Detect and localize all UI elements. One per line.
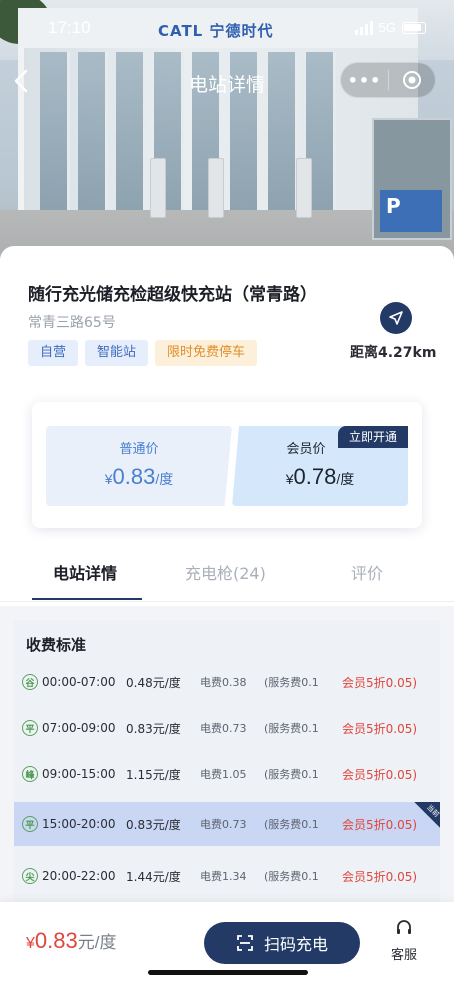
charger-pile: [296, 158, 312, 218]
active-tab-indicator: [32, 598, 142, 600]
fee-service: (服务费0.1: [264, 676, 319, 689]
more-icon[interactable]: •••: [341, 71, 388, 90]
fee-service: (服务费0.1: [264, 722, 319, 735]
station-name: 随行充光储充检超级快充站（常青路）: [28, 285, 317, 305]
tag-free-parking: 限时免费停车: [155, 340, 258, 366]
customer-service-button[interactable]: 客服: [384, 918, 424, 963]
tag-self-operated: 自营: [28, 340, 79, 366]
fee-electricity: 电费0.73: [200, 818, 247, 831]
headset-icon: [397, 920, 411, 934]
fee-time: 00:00-07:00: [42, 675, 116, 689]
mini-program-capsule: •••: [340, 62, 436, 98]
fee-member-discount: 会员5折0.05): [342, 817, 418, 832]
customer-service-label: 客服: [390, 948, 417, 963]
fee-price: 1.15元/度: [126, 767, 181, 782]
tab-charging-guns[interactable]: 充电枪(24): [185, 560, 266, 584]
fee-service: (服务费0.1: [264, 818, 319, 831]
fee-row-current: 平 15:00-20:00 0.83元/度 电费0.73 (服务费0.1 会员5…: [14, 802, 441, 846]
fee-price: 0.48元/度: [126, 675, 181, 690]
open-membership-button[interactable]: 立即开通: [338, 426, 408, 448]
station-distance: 距离4.27km: [350, 345, 437, 361]
fee-price: 0.83元/度: [126, 817, 181, 832]
price-card: 普通价 ¥0.83/度 会员价 ¥0.78/度 立即开通: [32, 402, 422, 528]
sharp-period-icon: 尖: [22, 868, 38, 884]
status-time: 17:10: [48, 18, 91, 37]
fee-electricity: 电费1.05: [200, 768, 247, 781]
current-period-badge: 当前: [414, 802, 441, 828]
fee-price: 0.83元/度: [126, 721, 181, 736]
fee-row: 平 07:00-09:00 0.83元/度 电费0.73 (服务费0.1 会员5…: [14, 706, 440, 750]
fee-row: 谷 00:00-07:00 0.48元/度 电费0.38 (服务费0.1 会员5…: [14, 660, 440, 704]
fee-row: 峰 09:00-15:00 1.15元/度 电费1.05 (服务费0.1 会员5…: [14, 752, 440, 796]
station-detail-page: CATL 宁德时代 P 17:10 5G 电站详情 ••• 随行充光储充检超级快…: [0, 0, 454, 985]
normal-price-value: ¥0.83/度: [104, 464, 174, 489]
station-address: 常青三路65号: [28, 315, 116, 331]
fee-member-discount: 会员5折0.05): [342, 675, 418, 690]
charger-pile: [208, 158, 224, 218]
tab-reviews[interactable]: 评价: [351, 560, 383, 584]
network-type: 5G: [378, 20, 396, 35]
fee-member-discount: 会员5折0.05): [342, 767, 418, 782]
flat-period-icon: 平: [22, 720, 38, 736]
fee-member-discount: 会员5折0.05): [342, 721, 418, 736]
fee-row: 尖 20:00-22:00 1.44元/度 电费1.34 (服务费0.1 会员5…: [14, 854, 440, 898]
home-indicator: [148, 970, 308, 975]
fee-service: (服务费0.1: [264, 870, 319, 883]
fee-electricity: 电费0.73: [200, 722, 247, 735]
navigate-button[interactable]: [380, 302, 412, 334]
fee-section: 收费标准 谷 00:00-07:00 0.48元/度 电费0.38 (服务费0.…: [14, 620, 441, 910]
current-price: ¥0.83元/度: [26, 928, 117, 953]
battery-icon: [402, 21, 426, 34]
fee-time: 20:00-22:00: [42, 869, 116, 883]
fee-member-discount: 会员5折0.05): [342, 869, 418, 884]
detail-tabs: 电站详情 充电枪(24) 评价: [0, 546, 454, 602]
fee-time: 15:00-20:00: [42, 817, 116, 831]
fee-section-title: 收费标准: [26, 636, 87, 654]
fee-service: (服务费0.1: [264, 768, 319, 781]
normal-price-box: 普通价 ¥0.83/度: [46, 426, 232, 506]
fee-price: 1.44元/度: [126, 869, 181, 884]
peak-period-icon: 峰: [22, 766, 38, 782]
fee-electricity: 电费1.34: [200, 870, 247, 883]
navigation-arrow-icon: [389, 311, 403, 325]
charger-pile: [150, 158, 166, 218]
tab-station-detail[interactable]: 电站详情: [53, 560, 117, 584]
fee-time: 07:00-09:00: [42, 721, 116, 735]
normal-price-label: 普通价: [119, 442, 159, 457]
fee-time: 09:00-15:00: [42, 767, 116, 781]
scan-icon: [237, 935, 253, 951]
tag-smart-station: 智能站: [85, 340, 149, 366]
scan-button-label: 扫码充电: [263, 935, 328, 954]
member-price-value: ¥0.78/度: [285, 464, 355, 489]
bottom-action-bar: ¥0.83元/度 扫码充电 客服: [0, 902, 454, 985]
status-bar: 17:10 5G: [0, 18, 454, 42]
close-miniapp-icon[interactable]: [389, 69, 435, 91]
nav-bar: 电站详情 •••: [0, 60, 454, 104]
scan-to-charge-button[interactable]: 扫码充电: [204, 922, 360, 964]
valley-period-icon: 谷: [22, 674, 38, 690]
flat-period-icon: 平: [22, 816, 38, 832]
parking-booth: P: [372, 118, 452, 240]
station-tags: 自营 智能站 限时免费停车: [28, 340, 258, 366]
fee-electricity: 电费0.38: [200, 676, 247, 689]
signal-icon: [354, 20, 373, 35]
